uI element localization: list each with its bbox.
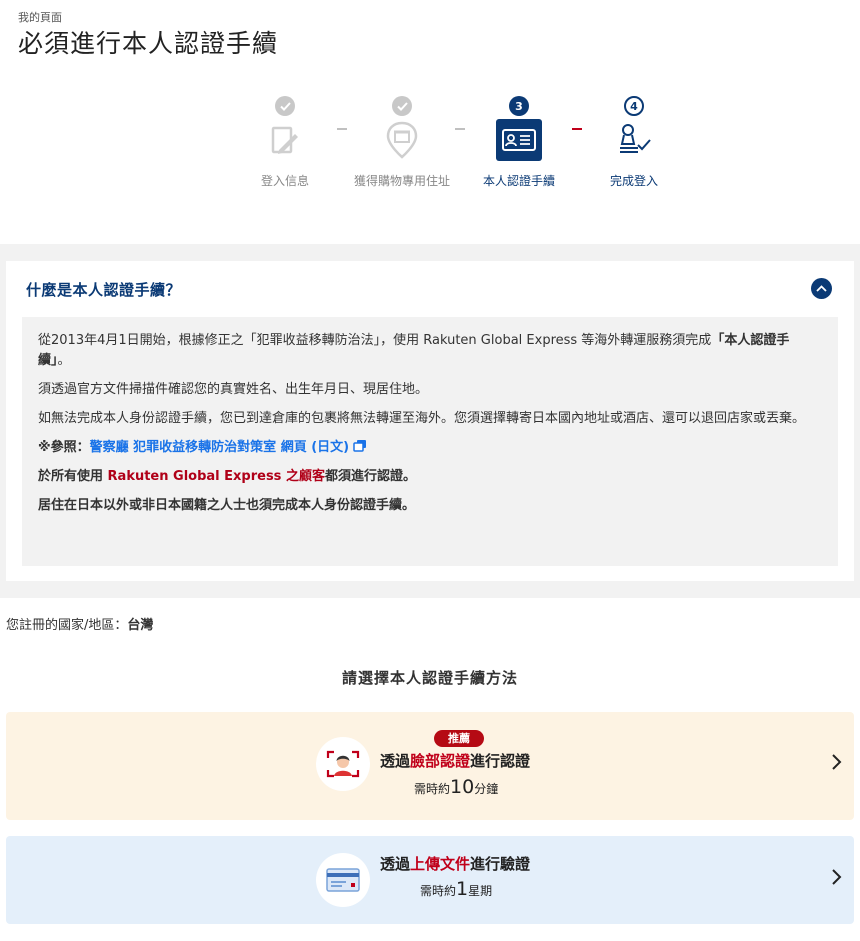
external-link-icon[interactable]: [353, 439, 367, 452]
method-time: 需時約10分鐘: [414, 776, 499, 798]
face-scan-icon: [316, 737, 370, 791]
faq-body: 從2013年4月1日開始，根據修正之「犯罪收益移轉防治法」，使用 Rakuten…: [22, 317, 838, 566]
registered-country: 您註冊的國家/地區：台灣: [6, 618, 154, 633]
id-card-icon: [495, 118, 543, 162]
step-registration-complete: 4 完成登入: [574, 90, 694, 189]
step-number-badge: 4: [624, 96, 644, 116]
chevron-right-icon: [832, 869, 842, 885]
method-time: 需時約1星期: [420, 878, 493, 900]
reference-line: ※參照：警察廳 犯罪收益移轉防治對策室 網頁 (日文): [38, 438, 816, 458]
step-login-info: 登入信息: [225, 90, 345, 189]
signature-icon: [610, 118, 658, 162]
police-agency-link[interactable]: 警察廳 犯罪收益移轉防治對策室 網頁 (日文): [90, 440, 349, 455]
step-identity-verification: 3 本人認證手續: [459, 90, 579, 189]
step-label: 獲得購物專用住址: [353, 174, 450, 188]
page-title: 必須進行本人認證手續: [18, 29, 279, 58]
progress-steps: 登入信息 獲得購物專用住址 3 本人認證手續 4 完成登入: [0, 90, 860, 200]
step-label: 本人認證手續: [482, 174, 555, 188]
faq-paragraph: 從2013年4月1日開始，根據修正之「犯罪收益移轉防治法」，使用 Rakuten…: [38, 333, 790, 368]
method-heading: 請選擇本人認證手續方法: [341, 669, 518, 687]
faq-paragraph: 如無法完成本人身份認證手續，您已到達倉庫的包裹將無法轉運至海外。您須選擇轉寄日本…: [38, 411, 806, 426]
document-upload-option[interactable]: 透過上傳文件進行驗證 需時約1星期: [6, 836, 854, 924]
faq-paragraph: 於所有使用 Rakuten Global Express 之顧客都須進行認證。: [38, 469, 416, 484]
collapse-toggle-button[interactable]: [811, 278, 832, 299]
faq-paragraph: 居住在日本以外或非日本國籍之人士也須完成本人身份認證手續。: [38, 498, 416, 513]
edit-document-icon: [261, 118, 309, 162]
face-verification-option[interactable]: 推薦 透過臉部認證進行認證 需時約10分鐘: [6, 712, 854, 820]
step-number-badge: 3: [509, 96, 529, 116]
method-title: 透過臉部認證進行認證: [380, 752, 531, 770]
document-card-icon: [316, 853, 370, 907]
faq-title[interactable]: 什麼是本人認證手續？: [26, 279, 181, 300]
store-pin-icon: [378, 118, 426, 162]
faq-panel: 什麼是本人認證手續？ 從2013年4月1日開始，根據修正之「犯罪收益移轉防治法」…: [6, 261, 854, 581]
method-title: 透過上傳文件進行驗證: [380, 855, 531, 873]
chevron-up-icon: [816, 285, 827, 292]
chevron-right-icon: [832, 754, 842, 770]
step-check-icon: [392, 96, 412, 116]
step-label: 完成登入: [609, 174, 658, 188]
step-check-icon: [275, 96, 295, 116]
step-shopping-address: 獲得購物專用住址: [342, 90, 462, 189]
breadcrumb[interactable]: 我的頁面: [18, 9, 62, 25]
recommended-badge: 推薦: [434, 730, 484, 747]
faq-paragraph: 須透過官方文件掃描件確認您的真實姓名、出生年月日、現居住地。: [38, 382, 429, 397]
step-label: 登入信息: [260, 174, 309, 188]
